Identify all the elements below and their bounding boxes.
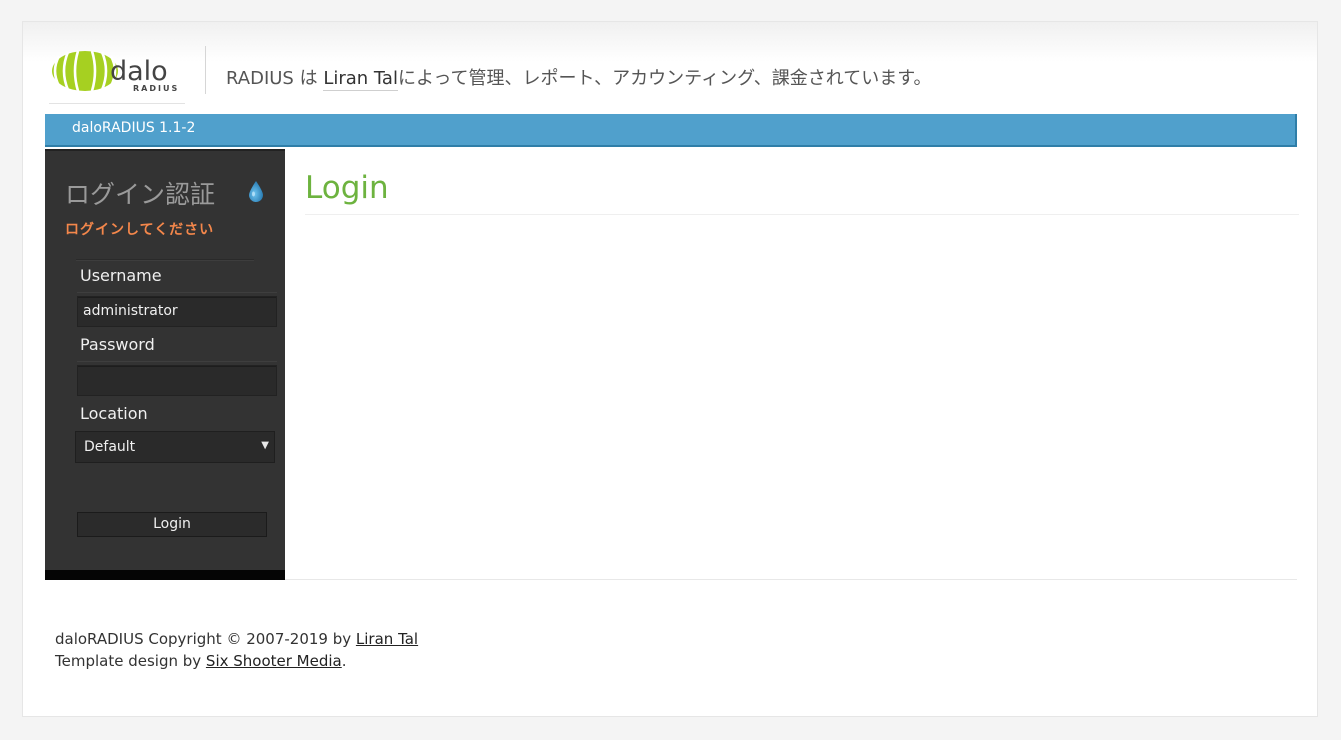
sidebar-title: ログイン認証	[65, 180, 216, 209]
logo-divider	[49, 103, 185, 104]
footer: daloRADIUS Copyright © 2007-2019 by Lira…	[55, 628, 418, 672]
logo-subtext: RADIUS	[133, 84, 179, 93]
password-label-separator	[77, 361, 277, 362]
location-label: Location	[80, 404, 148, 423]
location-select[interactable]: Default ▼	[75, 431, 275, 463]
password-label: Password	[80, 335, 155, 354]
page-title: Login	[305, 170, 389, 206]
sidebar-separator	[76, 259, 254, 260]
username-label-separator	[77, 292, 277, 293]
header: dalo RADIUS RADIUS は Liran Talによって管理、レポー…	[23, 22, 1317, 114]
page-container: dalo RADIUS RADIUS は Liran Talによって管理、レポー…	[22, 21, 1318, 717]
tagline-suffix: によって管理、レポート、アカウンティング、課金されています。	[397, 68, 932, 89]
version-label: daloRADIUS 1.1-2	[72, 120, 196, 136]
sidebar-subtitle: ログインしてください	[65, 222, 215, 238]
water-drop-icon	[247, 180, 265, 202]
header-tagline: RADIUS は Liran Talによって管理、レポート、アカウンティング、課…	[226, 64, 932, 91]
template-text: Template design by	[55, 652, 206, 670]
top-navbar: daloRADIUS 1.1-2	[45, 114, 1297, 147]
site-logo[interactable]: dalo RADIUS	[47, 48, 187, 106]
header-divider	[205, 46, 206, 94]
chevron-down-icon: ▼	[261, 440, 269, 451]
username-label: Username	[80, 266, 162, 285]
username-input[interactable]: administrator	[77, 296, 277, 327]
copyright-text: daloRADIUS Copyright © 2007-2019 by	[55, 630, 356, 648]
sidebar-footer-bar	[45, 570, 285, 580]
tagline-author-link[interactable]: Liran Tal	[323, 68, 398, 91]
title-underline	[305, 214, 1299, 215]
template-suffix: .	[341, 652, 347, 670]
template-line: Template design by Six Shooter Media.	[55, 650, 418, 672]
login-sidebar: ログイン認証 ログインしてください Username administrator…	[45, 149, 285, 580]
login-button[interactable]: Login	[77, 512, 267, 537]
copyright-line: daloRADIUS Copyright © 2007-2019 by Lira…	[55, 628, 418, 650]
template-designer-link[interactable]: Six Shooter Media	[206, 652, 342, 670]
location-selected-value: Default	[84, 439, 136, 455]
radius-logo-icon: dalo RADIUS	[52, 50, 179, 93]
footer-author-link[interactable]: Liran Tal	[356, 630, 418, 648]
logo-text: dalo	[110, 56, 168, 87]
content-divider	[285, 579, 1297, 580]
tagline-prefix: RADIUS は	[226, 68, 324, 89]
password-input[interactable]	[77, 365, 277, 396]
